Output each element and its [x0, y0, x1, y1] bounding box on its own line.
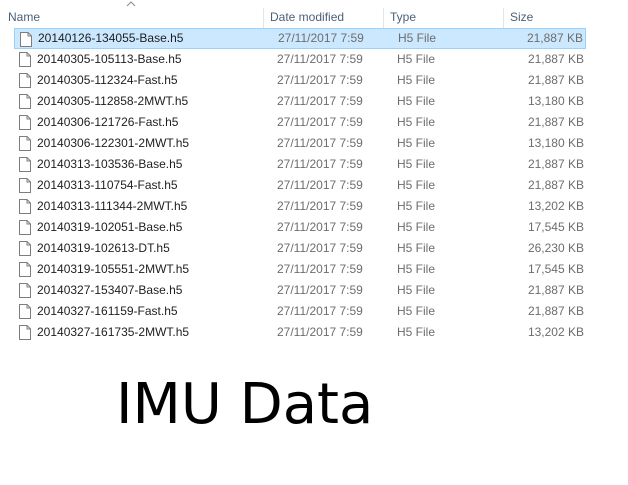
- file-list: 20140126-134055-Base.h5 27/11/2017 7:59 H5…: [0, 28, 588, 343]
- file-date-modified: 27/11/2017 7:59: [277, 73, 363, 87]
- file-type: H5 File: [397, 283, 436, 297]
- file-icon: [19, 262, 31, 277]
- file-icon: [19, 304, 31, 319]
- file-name: 20140313-111344-2MWT.h5: [37, 199, 188, 213]
- file-icon: [19, 136, 31, 151]
- file-icon: [19, 178, 31, 193]
- file-icon: [19, 199, 31, 214]
- file-size: 26,230 KB: [527, 241, 584, 255]
- file-icon: [19, 94, 31, 109]
- file-date-modified: 27/11/2017 7:59: [277, 157, 363, 171]
- file-row[interactable]: 20140327-153407-Base.h5 27/11/2017 7:59 H5…: [0, 280, 588, 301]
- file-type: H5 File: [397, 52, 436, 66]
- file-date-modified: 27/11/2017 7:59: [277, 283, 363, 297]
- file-name: 20140305-112858-2MWT.h5: [37, 94, 189, 108]
- column-header-date-modified[interactable]: Date modified: [263, 8, 383, 28]
- file-date-modified: 27/11/2017 7:59: [277, 52, 363, 66]
- file-name: 20140313-103536-Base.h5: [37, 157, 183, 171]
- file-size: 17,545 KB: [527, 220, 584, 234]
- file-date-modified: 27/11/2017 7:59: [277, 304, 363, 318]
- file-icon: [19, 241, 31, 256]
- file-icon: [19, 325, 31, 340]
- file-size: 21,887 KB: [527, 283, 584, 297]
- file-date-modified: 27/11/2017 7:59: [277, 325, 363, 339]
- file-row[interactable]: 20140327-161159-Fast.h5 27/11/2017 7:59 H5…: [0, 301, 588, 322]
- file-row[interactable]: 20140327-161735-2MWT.h5 27/11/2017 7:59 H5…: [0, 322, 588, 343]
- file-date-modified: 27/11/2017 7:59: [277, 115, 363, 129]
- file-date-modified: 27/11/2017 7:59: [277, 220, 363, 234]
- file-name: 20140306-122301-2MWT.h5: [37, 136, 190, 150]
- file-name: 20140319-102051-Base.h5: [37, 220, 183, 234]
- file-row[interactable]: 20140305-112858-2MWT.h5 27/11/2017 7:59 H5…: [0, 91, 588, 112]
- file-size: 13,180 KB: [527, 94, 584, 108]
- file-name: 20140126-134055-Base.h5: [38, 31, 184, 45]
- file-row[interactable]: 20140305-112324-Fast.h5 27/11/2017 7:59 H5…: [0, 70, 588, 91]
- file-row[interactable]: 20140319-102613-DT.h5 27/11/2017 7:59 H5 F…: [0, 238, 588, 259]
- file-date-modified: 27/11/2017 7:59: [277, 178, 363, 192]
- file-type: H5 File: [397, 241, 436, 255]
- file-name: 20140306-121726-Fast.h5: [37, 115, 179, 129]
- file-type: H5 File: [397, 157, 436, 171]
- file-size: 21,887 KB: [527, 157, 584, 171]
- file-row[interactable]: 20140306-122301-2MWT.h5 27/11/2017 7:59 H5…: [0, 133, 588, 154]
- sort-ascending-icon: [126, 1, 136, 7]
- file-type: H5 File: [397, 304, 436, 318]
- file-icon: [19, 283, 31, 298]
- file-name: 20140313-110754-Fast.h5: [37, 178, 178, 192]
- file-type: H5 File: [397, 178, 436, 192]
- file-type: H5 File: [397, 94, 436, 108]
- file-size: 21,887 KB: [527, 178, 584, 192]
- file-type: H5 File: [398, 31, 437, 45]
- file-type: H5 File: [397, 262, 436, 276]
- file-date-modified: 27/11/2017 7:59: [277, 241, 363, 255]
- file-row[interactable]: 20140313-110754-Fast.h5 27/11/2017 7:59 H5…: [0, 175, 588, 196]
- file-name: 20140327-153407-Base.h5: [37, 283, 183, 297]
- file-type: H5 File: [397, 136, 436, 150]
- column-header-name[interactable]: Name: [2, 8, 264, 28]
- file-type: H5 File: [397, 199, 436, 213]
- file-date-modified: 27/11/2017 7:59: [277, 199, 363, 213]
- file-icon: [19, 157, 31, 172]
- column-header-type[interactable]: Type: [383, 8, 503, 28]
- file-size: 13,180 KB: [527, 136, 584, 150]
- file-size: 13,202 KB: [527, 325, 584, 339]
- file-icon: [19, 220, 31, 235]
- file-row[interactable]: 20140319-105551-2MWT.h5 27/11/2017 7:59 H5…: [0, 259, 588, 280]
- file-icon: [19, 52, 31, 67]
- file-row[interactable]: 20140319-102051-Base.h5 27/11/2017 7:59 H5…: [0, 217, 588, 238]
- file-row[interactable]: 20140306-121726-Fast.h5 27/11/2017 7:59 H5…: [0, 112, 588, 133]
- file-date-modified: 27/11/2017 7:59: [277, 94, 363, 108]
- file-type: H5 File: [397, 325, 436, 339]
- file-row[interactable]: 20140313-103536-Base.h5 27/11/2017 7:59 H5…: [0, 154, 588, 175]
- file-name: 20140305-105113-Base.h5: [37, 52, 182, 66]
- file-size: 17,545 KB: [527, 262, 584, 276]
- file-date-modified: 27/11/2017 7:59: [278, 31, 364, 45]
- file-size: 13,202 KB: [527, 199, 584, 213]
- file-size: 21,887 KB: [527, 304, 584, 318]
- file-size: 21,887 KB: [526, 31, 583, 45]
- file-name: 20140319-102613-DT.h5: [37, 241, 170, 255]
- file-name: 20140319-105551-2MWT.h5: [37, 262, 190, 276]
- file-icon: [20, 32, 32, 47]
- column-header-size[interactable]: Size: [503, 8, 583, 28]
- file-type: H5 File: [397, 220, 436, 234]
- caption-text: IMU Data: [116, 372, 374, 437]
- file-row[interactable]: 20140305-105113-Base.h5 27/11/2017 7:59 H5…: [0, 49, 588, 70]
- file-type: H5 File: [397, 115, 436, 129]
- column-header-bar: Name Date modified Type Size: [0, 0, 588, 28]
- file-size: 21,887 KB: [527, 73, 584, 87]
- file-name: 20140327-161159-Fast.h5: [37, 304, 178, 318]
- file-size: 21,887 KB: [527, 52, 584, 66]
- file-row[interactable]: 20140126-134055-Base.h5 27/11/2017 7:59 H5…: [14, 28, 586, 49]
- file-icon: [19, 115, 31, 130]
- file-type: H5 File: [397, 73, 436, 87]
- file-date-modified: 27/11/2017 7:59: [277, 136, 363, 150]
- file-icon: [19, 73, 31, 88]
- file-size: 21,887 KB: [527, 115, 584, 129]
- file-name: 20140305-112324-Fast.h5: [37, 73, 178, 87]
- file-row[interactable]: 20140313-111344-2MWT.h5 27/11/2017 7:59 H5…: [0, 196, 588, 217]
- file-date-modified: 27/11/2017 7:59: [277, 262, 363, 276]
- file-name: 20140327-161735-2MWT.h5: [37, 325, 190, 339]
